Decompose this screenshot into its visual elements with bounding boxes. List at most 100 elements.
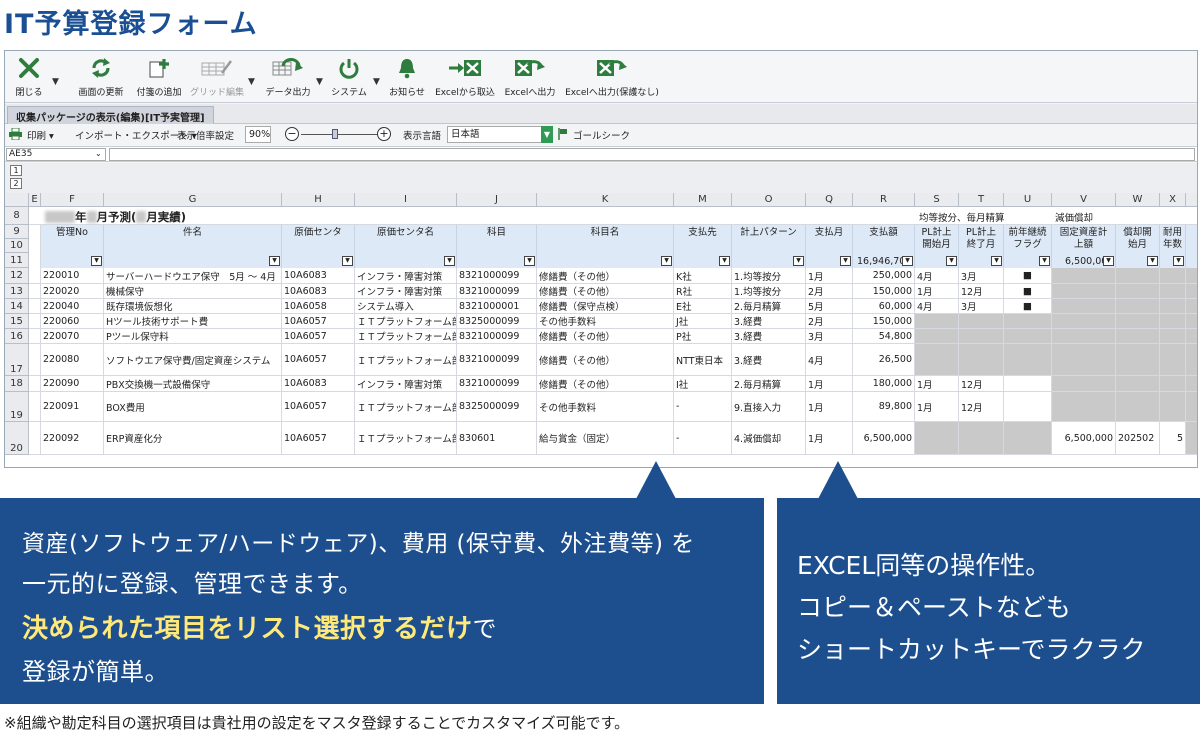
table-cell[interactable] <box>1186 392 1197 422</box>
table-cell-acct[interactable]: 8325000099 <box>457 392 537 422</box>
table-cell-acctname[interactable]: 修繕費（その他） <box>537 284 674 299</box>
system-button[interactable]: システム <box>327 55 371 98</box>
row-header[interactable]: 11 <box>5 253 29 268</box>
table-cell-pm[interactable]: 2月 <box>806 284 853 299</box>
excel-import-button[interactable]: Excelから取込 <box>433 55 497 98</box>
table-cell-code[interactable]: 220080 <box>41 344 104 376</box>
excel-export-unprotected-button[interactable]: Excelへ出力(保護なし) <box>563 55 661 98</box>
zoom-slider-track[interactable] <box>301 134 377 135</box>
table-cell-code[interactable]: 220010 <box>41 268 104 284</box>
filter-dropdown-cost-center-name[interactable]: ▼ <box>444 256 455 266</box>
refresh-button[interactable]: 画面の更新 <box>71 55 131 98</box>
filter-dropdown-dep-start[interactable]: ▼ <box>1147 256 1158 266</box>
printer-icon[interactable] <box>9 127 22 143</box>
table-cell-payee[interactable]: NTT東日本 <box>674 344 732 376</box>
table-cell-amt[interactable]: 54,800 <box>853 329 915 344</box>
table-cell-pm[interactable]: 5月 <box>806 299 853 314</box>
table-cell-pls[interactable] <box>915 329 959 344</box>
table-cell-flag[interactable] <box>1004 392 1052 422</box>
column-header-u[interactable]: U <box>1004 193 1052 207</box>
column-header-m[interactable]: M <box>674 193 732 207</box>
table-cell-fa[interactable] <box>1052 314 1116 329</box>
row-header[interactable]: 20 <box>5 422 29 455</box>
column-header-k[interactable]: K <box>537 193 674 207</box>
table-cell-code[interactable]: 220040 <box>41 299 104 314</box>
table-cell-life[interactable] <box>1160 299 1186 314</box>
table-cell-ple[interactable] <box>959 314 1004 329</box>
table-cell[interactable] <box>1186 314 1197 329</box>
row-header[interactable]: 19 <box>5 392 29 422</box>
table-cell-acctname[interactable]: 修繕費（保守点検） <box>537 299 674 314</box>
table-cell-fa[interactable]: 6,500,000 <box>1052 422 1116 455</box>
row-header[interactable]: 16 <box>5 329 29 344</box>
zoom-value[interactable]: 90% <box>245 126 271 143</box>
table-cell-code[interactable]: 220020 <box>41 284 104 299</box>
column-header-t[interactable]: T <box>959 193 1004 207</box>
cell-reference-dropdown[interactable]: ⌄ <box>95 149 102 158</box>
language-dropdown-button[interactable]: ▼ <box>541 126 553 143</box>
table-cell-life[interactable] <box>1160 392 1186 422</box>
table-cell-acctname[interactable]: その他手数料 <box>537 314 674 329</box>
column-header-o[interactable]: O <box>732 193 806 207</box>
table-cell-amt[interactable]: 6,500,000 <box>853 422 915 455</box>
table-cell-payee[interactable]: J社 <box>674 314 732 329</box>
table-cell-ccname[interactable]: ＩＴプラットフォーム部 <box>355 344 457 376</box>
formula-input[interactable] <box>109 148 1195 161</box>
table-cell-life[interactable] <box>1160 376 1186 392</box>
table-cell-flag[interactable]: ■ <box>1004 268 1052 284</box>
table-cell-ple[interactable]: 12月 <box>959 376 1004 392</box>
filter-dropdown-cost-center[interactable]: ▼ <box>342 256 353 266</box>
table-cell-pm[interactable]: 3月 <box>806 329 853 344</box>
table-cell-ccname[interactable]: インフラ・障害対策 <box>355 268 457 284</box>
table-cell-name[interactable]: PBX交換機一式設備保守 <box>104 376 282 392</box>
table-cell-pattern[interactable]: 1.均等按分 <box>732 268 806 284</box>
column-header-q[interactable]: Q <box>806 193 853 207</box>
table-cell-pls[interactable] <box>915 314 959 329</box>
table-cell-ccname[interactable]: ＩＴプラットフォーム部 <box>355 422 457 455</box>
table-cell-fa[interactable] <box>1052 268 1116 284</box>
data-output-menu-caret[interactable]: ▼ <box>316 77 323 87</box>
table-cell-ccname[interactable]: ＩＴプラットフォーム部 <box>355 392 457 422</box>
table-cell[interactable] <box>29 392 41 422</box>
table-cell-name[interactable]: 既存環境仮想化 <box>104 299 282 314</box>
table-cell[interactable] <box>1186 268 1197 284</box>
table-cell-name[interactable]: BOX費用 <box>104 392 282 422</box>
table-cell-cc[interactable]: 10A6057 <box>282 314 355 329</box>
table-cell-ple[interactable]: 12月 <box>959 284 1004 299</box>
table-cell[interactable] <box>1186 344 1197 376</box>
table-cell[interactable] <box>29 299 41 314</box>
row-header[interactable]: 18 <box>5 376 29 392</box>
table-cell-fa[interactable] <box>1052 299 1116 314</box>
table-cell-acct[interactable]: 8321000099 <box>457 376 537 392</box>
filter-dropdown-pl-end[interactable]: ▼ <box>991 256 1002 266</box>
table-cell-ccname[interactable]: ＩＴプラットフォーム部 <box>355 314 457 329</box>
row-header[interactable]: 15 <box>5 314 29 329</box>
table-cell-pm[interactable]: 1月 <box>806 392 853 422</box>
table-cell-acctname[interactable]: 修繕費（その他） <box>537 344 674 376</box>
table-cell-pls[interactable]: 4月 <box>915 268 959 284</box>
table-cell[interactable] <box>29 376 41 392</box>
language-select[interactable]: 日本語 <box>447 126 553 143</box>
table-cell-cc[interactable]: 10A6057 <box>282 329 355 344</box>
table-cell-ccname[interactable]: インフラ・障害対策 <box>355 376 457 392</box>
table-cell-pls[interactable]: 1月 <box>915 392 959 422</box>
table-cell-pattern[interactable]: 3.経費 <box>732 329 806 344</box>
table-cell-ple[interactable] <box>959 329 1004 344</box>
zoom-slider-thumb[interactable] <box>332 129 339 139</box>
table-cell-cc[interactable]: 10A6057 <box>282 344 355 376</box>
table-cell-amt[interactable]: 180,000 <box>853 376 915 392</box>
table-cell[interactable] <box>29 422 41 455</box>
table-cell-payee[interactable]: - <box>674 422 732 455</box>
table-cell-pls[interactable] <box>915 422 959 455</box>
filter-dropdown-pattern[interactable]: ▼ <box>793 256 804 266</box>
table-cell-fa[interactable] <box>1052 344 1116 376</box>
table-cell-pls[interactable]: 1月 <box>915 284 959 299</box>
row-header[interactable]: 13 <box>5 284 29 299</box>
table-cell-ds[interactable] <box>1116 299 1160 314</box>
table-cell-life[interactable]: 5 <box>1160 422 1186 455</box>
corner-cell[interactable] <box>5 193 29 207</box>
table-cell-life[interactable] <box>1160 344 1186 376</box>
column-header-h[interactable]: H <box>282 193 355 207</box>
table-cell-ds[interactable] <box>1116 314 1160 329</box>
table-cell[interactable] <box>1186 284 1197 299</box>
